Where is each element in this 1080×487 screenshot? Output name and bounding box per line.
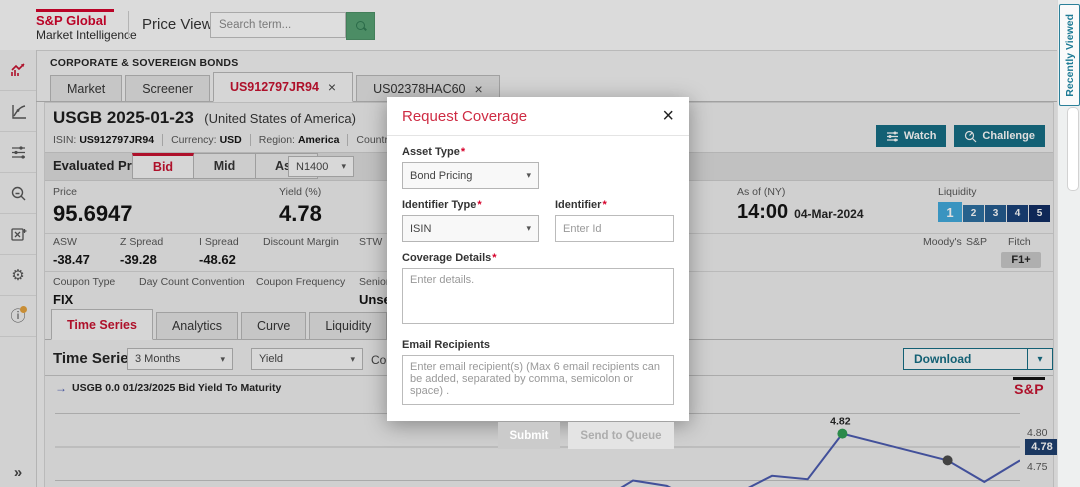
coverage-details-group: Coverage Details*: [402, 252, 674, 329]
asset-type-select[interactable]: Bond Pricing ▾: [402, 162, 539, 189]
required-mark: *: [602, 199, 607, 211]
identifier-input[interactable]: [555, 215, 674, 242]
required-mark: *: [477, 199, 482, 211]
required-mark: *: [492, 252, 497, 264]
required-mark: *: [460, 146, 466, 158]
scrollbar-thumb[interactable]: [1067, 107, 1079, 191]
send-to-queue-button[interactable]: Send to Queue: [568, 422, 674, 449]
identifier-group: Identifier*: [555, 199, 674, 242]
asset-type-label: Asset Type*: [402, 146, 466, 158]
app-window: S&P Global Market Intelligence Price Vie…: [0, 0, 1080, 487]
email-recipients-group: Email Recipients: [402, 339, 674, 410]
identifier-type-group: Identifier Type* ISIN ▾: [402, 199, 539, 242]
modal-title: Request Coverage: [402, 107, 528, 125]
chevron-down-icon: ▾: [526, 223, 531, 233]
right-edge-strip: Recently Viewed: [1057, 0, 1080, 487]
request-coverage-modal: Request Coverage × Asset Type* Bond Pric…: [387, 97, 689, 449]
submit-button[interactable]: Submit: [498, 422, 560, 449]
chevron-down-icon: ▾: [526, 170, 531, 180]
close-icon[interactable]: ×: [662, 106, 674, 126]
email-recipients-label: Email Recipients: [402, 339, 491, 351]
identifier-type-select[interactable]: ISIN ▾: [402, 215, 539, 242]
identifier-type-label: Identifier Type*: [402, 199, 482, 211]
coverage-details-textarea[interactable]: [402, 268, 674, 324]
coverage-details-label: Coverage Details*: [402, 252, 497, 264]
recently-viewed-tab[interactable]: Recently Viewed: [1059, 4, 1080, 106]
identifier-label: Identifier*: [555, 199, 607, 211]
email-recipients-textarea[interactable]: [402, 355, 674, 405]
